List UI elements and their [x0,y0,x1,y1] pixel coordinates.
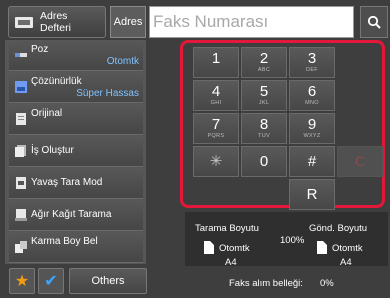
menu-item-exposure[interactable]: Poz Otomtk [9,40,143,71]
scan-document-icon [204,241,214,254]
fax-memory-value: 0% [320,278,334,289]
key-4[interactable]: 4 GHI [193,80,239,111]
key-0[interactable]: 0 [241,146,287,177]
address-book-icon [15,16,33,28]
search-button[interactable] [360,6,388,38]
favorite-button[interactable]: ★ [9,268,35,294]
key-hash[interactable]: # [289,146,335,177]
confirm-button[interactable]: ✔ [38,268,64,294]
original-icon [16,113,26,125]
numeric-keypad: 1 2 ABC 3 DEF 4 GHI 5 JKL 6 MNO 7 PQRS 8 TUV 9W… [180,40,385,210]
key-redial[interactable]: R [289,179,335,210]
key-2[interactable]: 2 ABC [241,47,287,78]
send-paper-value: A4 [340,257,352,268]
address-button[interactable]: Adres [110,6,146,38]
checkmark-icon: ✔ [44,273,58,290]
others-button[interactable]: Others [69,268,147,294]
slow-scan-icon [16,177,26,189]
key-1[interactable]: 1 [193,47,239,78]
exposure-icon [15,53,27,57]
fax-number-input[interactable] [149,6,354,38]
fax-memory-label: Faks alım belleği: [229,278,303,289]
menu-item-slow-scan[interactable]: Yavaş Tara Mod [9,168,143,199]
menu-item-original[interactable]: Orijinal [9,104,143,135]
key-3[interactable]: 3 DEF [289,47,335,78]
menu-item-mixed-size[interactable]: Karma Boy Bel [9,232,143,263]
thick-paper-icon [15,209,27,221]
send-document-icon [317,241,327,254]
search-icon [367,15,381,29]
address-book-label: Adres Defteri [40,10,71,34]
menu-item-job-build[interactable]: İş Oluştur [9,136,143,167]
key-5[interactable]: 5 JKL [241,80,287,111]
key-9[interactable]: 9 WXYZ [289,113,335,144]
key-clear[interactable]: C [337,146,383,177]
mixed-size-icon [15,241,27,253]
ratio-value: 100% [280,235,305,246]
star-icon: ★ [14,273,30,290]
menu-item-thick-paper[interactable]: Ağır Kağıt Tarama [9,200,143,231]
scan-size-value: Otomtk [219,243,250,254]
key-7[interactable]: 7 PQRS [193,113,239,144]
settings-panel: Poz Otomtk Çözünürlük Süper Hassas Oriji… [5,40,146,264]
key-6[interactable]: 6 MNO [289,80,335,111]
scan-size-label: Tarama Boyutu [195,223,259,234]
job-build-icon [15,145,26,157]
menu-item-resolution[interactable]: Çözünürlük Süper Hassas [9,72,143,103]
key-star[interactable]: ✳ [193,146,239,177]
address-book-button[interactable]: Adres Defteri [8,6,106,38]
resolution-icon [15,81,27,93]
key-8[interactable]: 8 TUV [241,113,287,144]
send-size-value: Otomtk [332,243,363,254]
scan-size-panel: Tarama Boyutu Gönd. Boyutu Otomtk 100% O… [185,212,388,268]
scan-paper-value: A4 [225,257,237,268]
send-size-label: Gönd. Boyutu [309,223,368,234]
